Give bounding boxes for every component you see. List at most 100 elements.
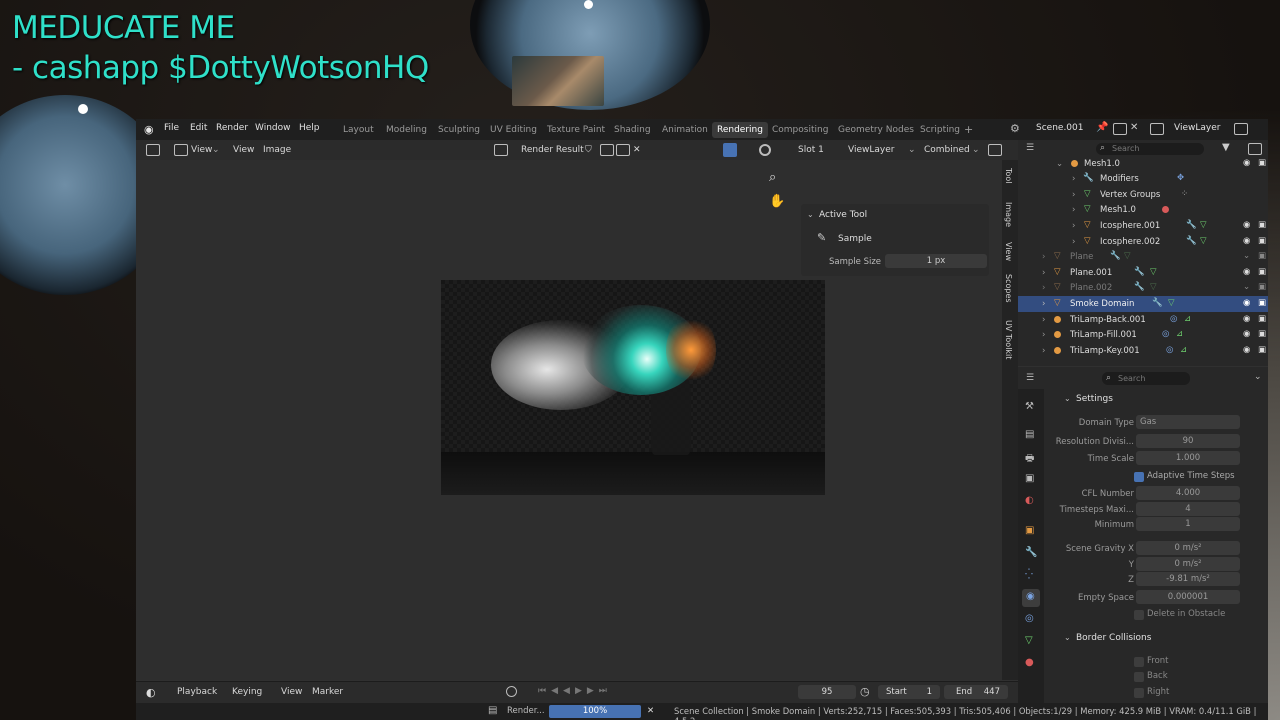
outliner-row-mesh-data[interactable]: › ▽ Mesh1.0 bbox=[1018, 202, 1268, 218]
output-tab-icon[interactable]: 🖶 bbox=[1025, 451, 1034, 468]
folder-icon[interactable] bbox=[616, 144, 630, 156]
outliner-row-icosphere-002[interactable]: › ▽ Icosphere.002 🔧 ▽ ◉ ▣ bbox=[1018, 234, 1268, 250]
add-workspace-button[interactable]: + bbox=[964, 123, 973, 136]
eye-icon[interactable]: ◉ bbox=[1243, 158, 1250, 168]
camera-icon[interactable]: ▣ bbox=[1258, 282, 1266, 292]
close-icon[interactable]: ✕ bbox=[1130, 122, 1138, 133]
pin-icon[interactable]: 📌 bbox=[1096, 122, 1108, 133]
camera-icon[interactable]: ▣ bbox=[1258, 220, 1266, 230]
menu-window[interactable]: Window bbox=[255, 123, 291, 133]
properties-type-icon[interactable]: ☰ bbox=[1026, 373, 1034, 383]
scene-tab-icon[interactable]: ◐ bbox=[1025, 495, 1034, 506]
tab-shading[interactable]: Shading bbox=[614, 125, 651, 135]
outliner-row-modifiers[interactable]: › 🔧 Modifiers ✥ bbox=[1018, 171, 1268, 187]
chevron-down-icon[interactable]: ⌄ bbox=[807, 210, 814, 219]
menu-render[interactable]: Render bbox=[216, 123, 248, 133]
tab-tool[interactable]: Tool bbox=[1004, 168, 1013, 184]
cfl-field[interactable]: 4.000 bbox=[1136, 486, 1240, 500]
sample-tool-icon[interactable] bbox=[723, 143, 737, 157]
image-menu[interactable]: Image bbox=[263, 145, 291, 155]
view-layer-select[interactable]: ViewLayer bbox=[848, 145, 894, 155]
menu-edit[interactable]: Edit bbox=[190, 123, 207, 133]
camera-icon[interactable]: ▣ bbox=[1258, 314, 1266, 324]
chevron-down-icon[interactable]: ⌄ bbox=[1064, 394, 1071, 403]
time-scale-field[interactable]: 1.000 bbox=[1136, 451, 1240, 465]
camera-icon[interactable]: ▣ bbox=[1258, 158, 1266, 168]
right-checkbox[interactable] bbox=[1134, 688, 1144, 698]
tab-layout[interactable]: Layout bbox=[343, 125, 374, 135]
outliner-row-plane[interactable]: › ▽ Plane 🔧 ▽ ⌄ ▣ bbox=[1018, 249, 1268, 265]
minimum-field[interactable]: 1 bbox=[1136, 517, 1240, 531]
tab-texture-paint[interactable]: Texture Paint bbox=[547, 125, 605, 135]
timesteps-max-field[interactable]: 4 bbox=[1136, 502, 1240, 516]
tab-sculpting[interactable]: Sculpting bbox=[438, 125, 480, 135]
scene-name-field[interactable]: Scene.001 bbox=[1036, 123, 1083, 133]
resolution-field[interactable]: 90 bbox=[1136, 434, 1240, 448]
outliner-row-smoke-domain[interactable]: › ▽ Smoke Domain 🔧 ▽ ◉ ▣ bbox=[1018, 296, 1268, 312]
image-viewport[interactable]: ⌕ ✋ ⌄ Active Tool ✎ Sample Sample Size 1… bbox=[136, 160, 1002, 680]
record-icon[interactable] bbox=[506, 686, 517, 697]
tab-uv-toolkit[interactable]: UV Toolkit bbox=[1004, 320, 1013, 359]
constraints-tab-icon[interactable]: ◎ bbox=[1025, 613, 1034, 624]
view-menu-1[interactable]: View bbox=[191, 145, 212, 155]
data-tab-icon[interactable]: ▽ bbox=[1025, 635, 1033, 646]
playback-menu[interactable]: Playback bbox=[177, 687, 217, 697]
adaptive-time-steps-checkbox[interactable] bbox=[1134, 472, 1144, 482]
physics-tab-icon[interactable]: ◉ bbox=[1022, 589, 1040, 607]
editor-type-icon[interactable]: ◐ bbox=[146, 686, 156, 699]
tab-view[interactable]: View bbox=[1004, 242, 1013, 261]
outliner-row-trilamp-back[interactable]: › TriLamp-Back.001 ◎ ⊿ ◉ ▣ bbox=[1018, 312, 1268, 328]
view-layer-icon[interactable] bbox=[1150, 123, 1164, 135]
camera-icon[interactable]: ▣ bbox=[1258, 329, 1266, 339]
chevron-down-icon[interactable]: ⌄ bbox=[1254, 372, 1262, 382]
menu-file[interactable]: File bbox=[164, 123, 179, 133]
outliner-row-trilamp-fill[interactable]: › TriLamp-Fill.001 ◎ ⊿ ◉ ▣ bbox=[1018, 327, 1268, 343]
empty-space-field[interactable]: 0.000001 bbox=[1136, 590, 1240, 604]
tool-tab-icon[interactable]: ⚒ bbox=[1025, 401, 1034, 412]
camera-icon[interactable]: ▣ bbox=[1258, 236, 1266, 246]
material-tab-icon[interactable]: ● bbox=[1025, 657, 1034, 668]
clock-icon[interactable]: ◷ bbox=[860, 685, 870, 698]
camera-icon[interactable]: ▣ bbox=[1258, 298, 1266, 308]
particles-tab-icon[interactable]: ⁛ bbox=[1025, 569, 1033, 580]
tab-rendering[interactable]: Rendering bbox=[712, 122, 768, 138]
tab-uv-editing[interactable]: UV Editing bbox=[490, 125, 537, 135]
start-frame-field[interactable]: Start 1 bbox=[878, 685, 940, 699]
menu-help[interactable]: Help bbox=[299, 123, 320, 133]
view-layer-tab-icon[interactable]: ▣ bbox=[1025, 473, 1034, 484]
eye-hidden-icon[interactable]: ⌄ bbox=[1243, 282, 1250, 292]
playback-controls[interactable]: ⏮◀◀▶▶⏭ bbox=[538, 686, 612, 696]
back-checkbox[interactable] bbox=[1134, 672, 1144, 682]
object-tab-icon[interactable]: ▣ bbox=[1025, 525, 1034, 536]
scene-icon[interactable]: ⚙ bbox=[1010, 122, 1020, 135]
gravity-x-field[interactable]: 0 m/s² bbox=[1136, 541, 1240, 555]
eye-icon[interactable]: ◉ bbox=[1243, 267, 1250, 277]
zoom-icon[interactable]: ⌕ bbox=[769, 170, 776, 185]
duplicate-scene-icon[interactable] bbox=[1113, 123, 1127, 135]
blender-logo-icon[interactable]: ◉ bbox=[144, 123, 154, 136]
tab-compositing[interactable]: Compositing bbox=[772, 125, 828, 135]
render-tab-icon[interactable]: ▤ bbox=[1025, 429, 1034, 440]
copy-icon[interactable] bbox=[600, 144, 614, 156]
view-menu-2[interactable]: View bbox=[233, 145, 254, 155]
outliner-row-trilamp-key[interactable]: › TriLamp-Key.001 ◎ ⊿ ◉ ▣ bbox=[1018, 343, 1268, 359]
pass-select[interactable]: Combined bbox=[924, 145, 970, 155]
eye-icon[interactable]: ◉ bbox=[1243, 329, 1250, 339]
end-frame-field[interactable]: End 447 bbox=[944, 685, 1008, 699]
eye-icon[interactable]: ◉ bbox=[1243, 236, 1250, 246]
close-image-icon[interactable]: ✕ bbox=[633, 145, 641, 155]
sample-size-field[interactable]: 1 px bbox=[885, 254, 987, 268]
active-tool-name[interactable]: Sample bbox=[838, 234, 872, 244]
modifier-tab-icon[interactable]: 🔧 bbox=[1025, 547, 1037, 558]
outliner-row-plane-001[interactable]: › ▽ Plane.001 🔧 ▽ ◉ ▣ bbox=[1018, 265, 1268, 281]
keying-menu[interactable]: Keying bbox=[232, 687, 262, 697]
outliner-search[interactable]: ⌕ Search bbox=[1096, 143, 1204, 155]
image-browse-icon[interactable] bbox=[494, 144, 508, 156]
eye-hidden-icon[interactable]: ⌄ bbox=[1243, 251, 1250, 261]
camera-icon[interactable]: ▣ bbox=[1258, 345, 1266, 355]
chevron-down-icon[interactable]: ⌄ bbox=[1064, 633, 1071, 642]
tab-geometry-nodes[interactable]: Geometry Nodes bbox=[838, 125, 914, 135]
filter-icon[interactable]: ▼ bbox=[1222, 142, 1230, 153]
eye-icon[interactable]: ◉ bbox=[1243, 220, 1250, 230]
domain-type-select[interactable]: Gas bbox=[1136, 415, 1240, 429]
